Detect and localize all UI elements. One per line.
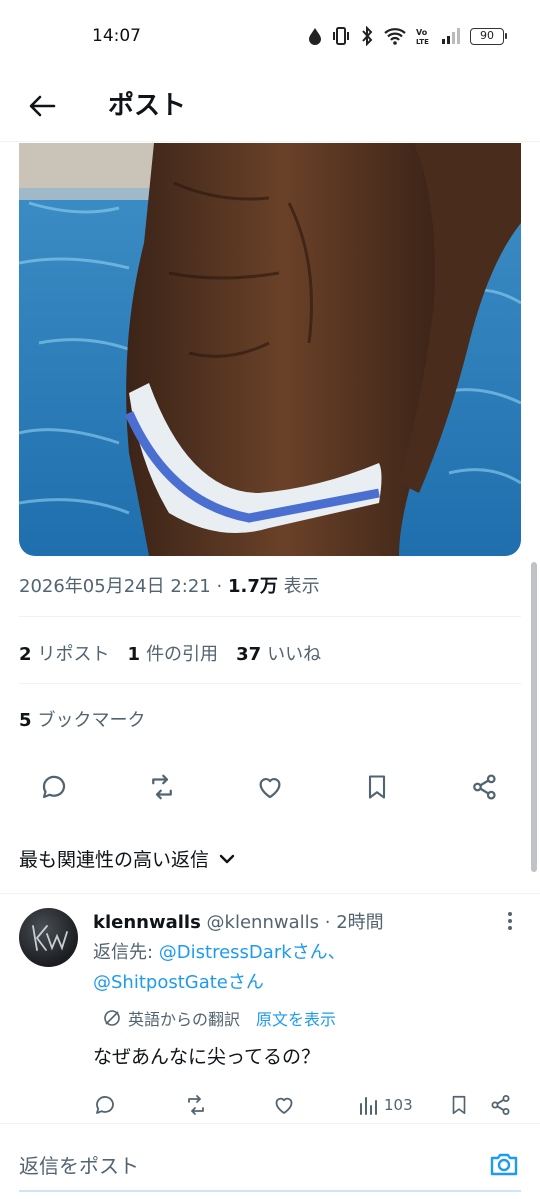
reply-repost-button[interactable]	[183, 1090, 209, 1120]
meta-separator: ·	[216, 576, 223, 597]
wifi-icon	[384, 28, 406, 45]
analytics-icon	[360, 1097, 377, 1115]
bookmark-icon	[368, 775, 386, 799]
likes-count: 37	[236, 644, 262, 665]
reply-separator: ·	[324, 912, 331, 933]
quotes-count: 1	[127, 644, 141, 665]
reply-reply-button[interactable]	[93, 1090, 117, 1120]
reposts-count: 2	[19, 644, 32, 665]
translate-icon	[104, 1010, 120, 1026]
views-count: 1.7万	[227, 576, 278, 597]
reply-bookmark-button[interactable]	[448, 1090, 470, 1120]
reposts-stat[interactable]: 2 リポスト	[19, 640, 110, 666]
share-icon	[473, 774, 496, 800]
like-button[interactable]	[248, 765, 292, 809]
svg-text:LTE: LTE	[416, 38, 429, 46]
bookmarks-label: ブックマーク	[37, 710, 146, 731]
post-meta: 2026年05月24日 2:21 · 1.7万 表示	[19, 572, 320, 598]
chevron-down-icon	[219, 854, 235, 863]
status-bar: 14:07 Vo LTE 90	[0, 0, 540, 72]
camera-icon	[490, 1153, 518, 1176]
reply-action-bar: 103	[0, 1090, 540, 1120]
post-image[interactable]	[19, 143, 521, 556]
show-original-link[interactable]: 原文を表示	[256, 1006, 336, 1030]
reply-header: klennwalls @klennwalls · 2時間	[93, 908, 384, 934]
reply-input[interactable]: 返信をポスト	[19, 1150, 139, 1179]
bookmarks-stat[interactable]: 5 ブックマーク	[19, 706, 146, 732]
like-icon	[275, 1097, 293, 1114]
views-label: 表示	[283, 576, 320, 597]
page-title: ポスト	[108, 91, 187, 121]
battery-icon: 90	[470, 27, 507, 45]
bookmark-button[interactable]	[355, 765, 399, 809]
like-icon	[259, 778, 281, 799]
arrow-left-icon	[29, 95, 56, 117]
reposts-label: リポスト	[37, 644, 110, 665]
data-drop-icon	[309, 28, 321, 45]
more-options-button[interactable]	[500, 908, 520, 934]
back-button[interactable]	[22, 86, 62, 126]
divider	[19, 683, 521, 684]
section-divider	[0, 893, 540, 894]
sort-label: 最も関連性の高い返信	[19, 849, 210, 871]
reply-display-name[interactable]: klennwalls	[93, 912, 201, 933]
share-button[interactable]	[463, 765, 507, 809]
reply-to-label: 返信先:	[93, 942, 159, 963]
svg-text:Vo: Vo	[416, 28, 428, 37]
bookmark-icon	[452, 1095, 466, 1115]
mention-link[interactable]: @DistressDarkさん、	[159, 942, 346, 963]
quotes-stat[interactable]: 1 件の引用	[128, 640, 219, 666]
post-photo	[19, 143, 521, 556]
reply-views-count: 103	[384, 1096, 413, 1114]
translation-notice: 英語からの翻訳 原文を表示	[102, 1006, 336, 1030]
reply-share-button[interactable]	[489, 1090, 513, 1120]
repost-button[interactable]	[140, 765, 184, 809]
more-vertical-icon	[508, 912, 512, 930]
vibrate-icon	[333, 27, 349, 45]
repost-icon	[152, 774, 172, 800]
quotes-label: 件の引用	[146, 644, 219, 665]
signal-icon	[442, 28, 460, 44]
post-header: ポスト	[0, 72, 540, 142]
reply-to: 返信先: @DistressDarkさん、 @ShitpostGateさん	[93, 938, 346, 998]
reply-composer: 返信をポスト	[0, 1123, 540, 1199]
status-time: 14:07	[92, 26, 141, 46]
share-icon	[491, 1095, 510, 1115]
post-timestamp[interactable]: 2026年05月24日 2:21	[19, 576, 211, 597]
bookmarks-count: 5	[19, 710, 32, 731]
reply-like-button[interactable]	[272, 1090, 296, 1120]
mention-link[interactable]: @ShitpostGateさん	[93, 972, 264, 993]
avatar-image	[32, 925, 68, 951]
avatar[interactable]	[19, 908, 78, 967]
volte-icon: VoLTE	[416, 28, 429, 46]
status-icons: Vo LTE 90	[308, 24, 507, 48]
composer-underline	[19, 1190, 521, 1192]
reply-views-button[interactable]: 103	[358, 1090, 413, 1120]
post-stats: 2 リポスト 1 件の引用 37 いいね	[19, 640, 321, 666]
camera-button[interactable]	[488, 1148, 520, 1180]
likes-label: いいね	[267, 644, 322, 665]
reply-text: なぜあんなに尖ってるの？	[93, 1046, 321, 1068]
divider	[19, 616, 521, 617]
reply-time[interactable]: 2時間	[336, 912, 383, 933]
reply-icon	[42, 775, 66, 799]
repost-icon	[188, 1095, 204, 1115]
post-action-bar	[0, 765, 540, 809]
reply-button[interactable]	[32, 765, 76, 809]
reply-handle[interactable]: @klennwalls	[207, 912, 319, 933]
reply-icon	[96, 1096, 114, 1114]
reply-sort-selector[interactable]: 最も関連性の高い返信	[19, 845, 235, 872]
bluetooth-icon	[362, 26, 373, 46]
likes-stat[interactable]: 37 いいね	[236, 640, 321, 666]
scrollbar[interactable]	[531, 562, 537, 872]
translated-from-label: 英語からの翻訳	[128, 1010, 241, 1029]
